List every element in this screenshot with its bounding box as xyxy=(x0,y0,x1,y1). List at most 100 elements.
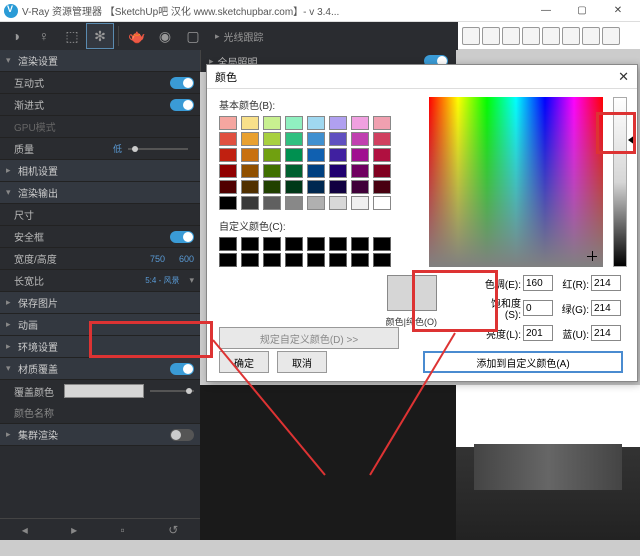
section-render[interactable]: ▾渲染设置 xyxy=(0,50,200,72)
basic-color-swatch[interactable] xyxy=(263,196,281,210)
ok-button[interactable]: 确定 xyxy=(219,351,269,373)
basic-color-swatch[interactable] xyxy=(373,116,391,130)
basic-color-swatch[interactable] xyxy=(329,132,347,146)
swarm-toggle[interactable] xyxy=(170,429,194,441)
section-output[interactable]: ▾渲染输出 xyxy=(0,182,200,204)
basic-color-swatch[interactable] xyxy=(351,132,369,146)
basic-color-swatch[interactable] xyxy=(307,132,325,146)
basic-color-swatch[interactable] xyxy=(307,196,325,210)
geometry-icon[interactable]: ⬚ xyxy=(58,23,86,49)
su-tool-7[interactable] xyxy=(582,27,600,45)
section-mat[interactable]: ▾材质覆盖 xyxy=(0,358,200,380)
basic-color-swatch[interactable] xyxy=(219,180,237,194)
basic-color-swatch[interactable] xyxy=(373,164,391,178)
close-button[interactable]: ✕ xyxy=(600,0,636,22)
b-input[interactable] xyxy=(591,325,621,341)
progressive-toggle[interactable] xyxy=(170,99,194,111)
su-tool-5[interactable] xyxy=(542,27,560,45)
interactive-toggle[interactable] xyxy=(170,77,194,89)
section-camera[interactable]: ▸相机设置 xyxy=(0,160,200,182)
basic-color-swatch[interactable] xyxy=(285,132,303,146)
basic-color-swatch[interactable] xyxy=(285,180,303,194)
basic-color-swatch[interactable] xyxy=(263,132,281,146)
sat-input[interactable] xyxy=(523,300,553,316)
define-custom-button[interactable]: 规定自定义颜色(D) >> xyxy=(219,327,399,349)
basic-color-swatch[interactable] xyxy=(285,148,303,162)
basic-color-swatch[interactable] xyxy=(373,180,391,194)
add-custom-button[interactable]: 添加到自定义颜色(A) xyxy=(423,351,623,373)
su-tool-4[interactable] xyxy=(522,27,540,45)
basic-color-swatch[interactable] xyxy=(351,164,369,178)
basic-color-swatch[interactable] xyxy=(351,116,369,130)
mat-toggle[interactable] xyxy=(170,363,194,375)
basic-color-swatch[interactable] xyxy=(219,116,237,130)
nav-right-icon[interactable]: ▸ xyxy=(71,523,77,537)
basic-color-swatch[interactable] xyxy=(285,164,303,178)
basic-color-swatch[interactable] xyxy=(351,196,369,210)
section-env[interactable]: ▸环境设置 xyxy=(0,336,200,358)
su-tool-1[interactable] xyxy=(462,27,480,45)
basic-color-swatch[interactable] xyxy=(241,164,259,178)
nav-left-icon[interactable]: ◂ xyxy=(22,523,28,537)
basic-color-swatch[interactable] xyxy=(241,180,259,194)
cancel-button[interactable]: 取消 xyxy=(277,351,327,373)
basic-color-swatch[interactable] xyxy=(219,148,237,162)
basic-color-swatch[interactable] xyxy=(263,180,281,194)
restore-button[interactable]: ▢ xyxy=(564,0,600,22)
nav-reset-icon[interactable]: ↺ xyxy=(168,523,178,537)
safe-toggle[interactable] xyxy=(170,231,194,243)
basic-color-swatch[interactable] xyxy=(373,132,391,146)
basic-color-swatch[interactable] xyxy=(219,164,237,178)
render-region-icon[interactable]: ◉ xyxy=(151,23,179,49)
basic-color-swatch[interactable] xyxy=(219,196,237,210)
basic-color-swatch[interactable] xyxy=(307,164,325,178)
basic-color-swatch[interactable] xyxy=(241,132,259,146)
basic-color-swatch[interactable] xyxy=(219,132,237,146)
color-spectrum[interactable] xyxy=(429,97,603,267)
custom-color-slot[interactable] xyxy=(219,237,237,251)
g-input[interactable] xyxy=(591,300,621,316)
basic-color-swatch[interactable] xyxy=(285,196,303,210)
basic-color-swatch[interactable] xyxy=(351,180,369,194)
basic-color-swatch[interactable] xyxy=(329,196,347,210)
basic-color-swatch[interactable] xyxy=(263,164,281,178)
basic-color-swatch[interactable] xyxy=(329,116,347,130)
section-swarm[interactable]: ▸集群渲染 xyxy=(0,424,200,446)
r-input[interactable] xyxy=(591,275,621,291)
luminosity-slider[interactable] xyxy=(613,97,627,267)
basic-color-swatch[interactable] xyxy=(307,148,325,162)
settings-icon[interactable]: ✻ xyxy=(86,23,114,49)
basic-color-swatch[interactable] xyxy=(263,148,281,162)
basic-color-swatch[interactable] xyxy=(373,196,391,210)
render-icon[interactable]: 🫖 xyxy=(123,23,151,49)
basic-color-swatch[interactable] xyxy=(307,180,325,194)
section-save[interactable]: ▸保存图片 xyxy=(0,292,200,314)
basic-color-swatch[interactable] xyxy=(329,164,347,178)
viewport-icon[interactable]: ▢ xyxy=(179,23,207,49)
su-tool-2[interactable] xyxy=(482,27,500,45)
basic-color-swatch[interactable] xyxy=(373,148,391,162)
materials-icon[interactable]: ◑ xyxy=(2,23,30,49)
lum-arrow-icon[interactable] xyxy=(628,135,635,145)
basic-color-swatch[interactable] xyxy=(329,180,347,194)
basic-color-swatch[interactable] xyxy=(351,148,369,162)
basic-color-swatch[interactable] xyxy=(329,148,347,162)
basic-color-swatch[interactable] xyxy=(241,196,259,210)
su-tool-6[interactable] xyxy=(562,27,580,45)
titlebar: V-Ray 资源管理器 【SketchUp吧 汉化 www.sketchupba… xyxy=(0,0,640,22)
lum-input[interactable] xyxy=(523,325,553,341)
basic-color-swatch[interactable] xyxy=(263,116,281,130)
hue-input[interactable] xyxy=(523,275,553,291)
override-color-swatch[interactable] xyxy=(64,384,144,398)
nav-save-icon[interactable]: ▫ xyxy=(121,523,125,537)
su-tool-8[interactable] xyxy=(602,27,620,45)
lights-icon[interactable]: ♀ xyxy=(30,23,58,49)
basic-color-swatch[interactable] xyxy=(241,116,259,130)
minimize-button[interactable]: — xyxy=(528,0,564,22)
basic-color-swatch[interactable] xyxy=(285,116,303,130)
su-tool-3[interactable] xyxy=(502,27,520,45)
basic-color-swatch[interactable] xyxy=(241,148,259,162)
dialog-close-icon[interactable]: ✕ xyxy=(618,69,629,85)
section-anim[interactable]: ▸动画 xyxy=(0,314,200,336)
basic-color-swatch[interactable] xyxy=(307,116,325,130)
